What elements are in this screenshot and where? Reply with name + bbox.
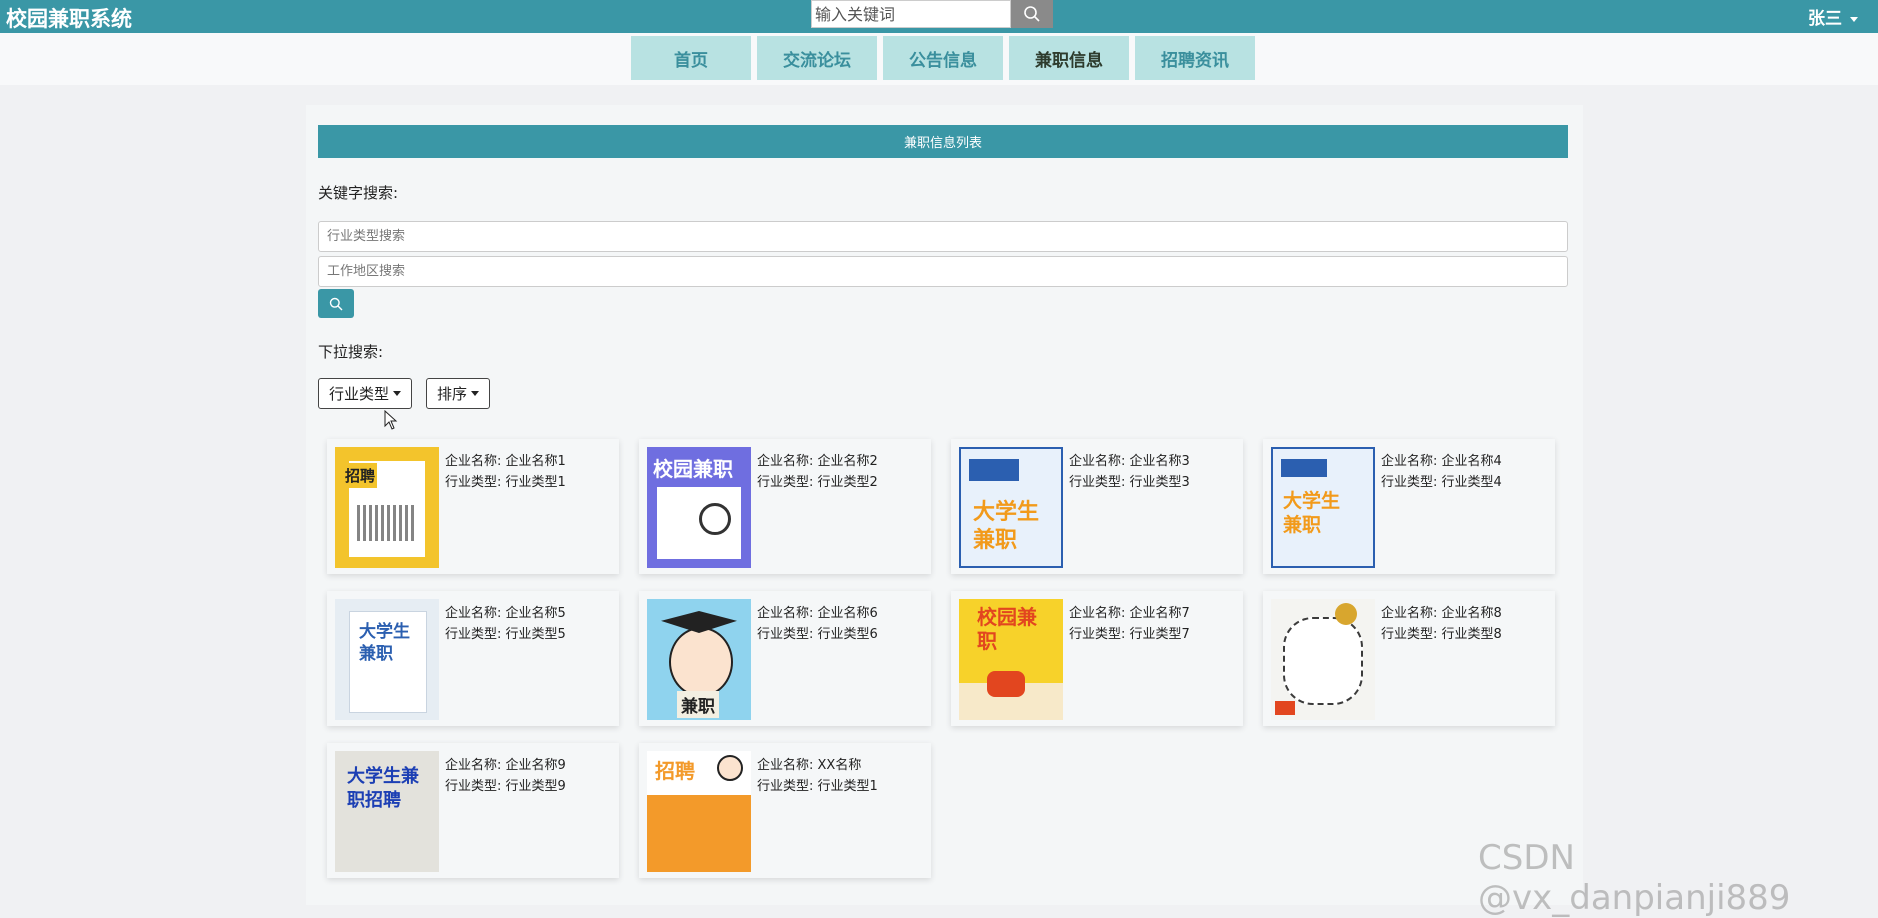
company-name: 企业名称: 企业名称4 [1381,454,1502,469]
top-search-input[interactable] [811,0,1011,28]
top-search-button[interactable] [1011,0,1053,28]
search-icon [329,297,343,310]
thumbnail-title: 招聘 [343,463,378,488]
industry-type: 行业类型: 行业类型6 [757,627,878,642]
main-nav: 首页 交流论坛 公告信息 兼职信息 招聘资讯 [631,36,1255,80]
job-thumbnail[interactable]: 大学生兼职 [335,599,439,720]
industry-type: 行业类型: 行业类型1 [757,779,878,794]
keyword-search-label: 关键字搜索: [318,184,399,202]
sort-dropdown-label: 排序 [437,385,468,403]
nav-item-forum[interactable]: 交流论坛 [757,36,877,80]
caret-down-icon [1850,17,1858,23]
search-button[interactable] [318,289,354,318]
job-thumbnail[interactable]: 大学生兼职招聘 [335,751,439,872]
industry-type: 行业类型: 行业类型2 [757,475,878,490]
cursor-icon [384,410,398,430]
job-thumbnail[interactable]: 大学生兼职 [959,447,1063,568]
job-card[interactable]: 大学生兼职 企业名称: 企业名称3 行业类型: 行业类型3 [951,439,1243,574]
thumbnail-title: 兼职 [677,691,719,718]
job-card[interactable]: 大学生兼职 企业名称: 企业名称5 行业类型: 行业类型5 [327,591,619,726]
sort-dropdown[interactable]: 排序 [426,378,491,409]
thumbnail-title: 大学生兼职 [1283,490,1341,536]
job-thumbnail[interactable] [1271,599,1375,720]
industry-type: 行业类型: 行业类型7 [1069,627,1190,642]
job-card[interactable]: 招聘 企业名称: 企业名称1 行业类型: 行业类型1 [327,439,619,574]
company-name: 企业名称: XX名称 [757,758,862,773]
job-card[interactable]: 企业名称: 企业名称8 行业类型: 行业类型8 [1263,591,1555,726]
industry-type: 行业类型: 行业类型8 [1381,627,1502,642]
search-icon [1024,6,1040,22]
caret-down-icon [393,391,402,396]
company-name: 企业名称: 企业名称8 [1381,606,1502,621]
job-card[interactable]: 大学生兼职招聘 企业名称: 企业名称9 行业类型: 行业类型9 [327,743,619,878]
job-card[interactable]: 兼职 企业名称: 企业名称6 行业类型: 行业类型6 [639,591,931,726]
company-name: 企业名称: 企业名称3 [1069,454,1190,469]
nav-item-notice[interactable]: 公告信息 [883,36,1003,80]
thumbnail-title: 大学生兼职 [359,622,410,664]
top-bar: 校园兼职系统 张三 [0,0,1878,33]
thumbnail-title: 大学生兼职招聘 [347,766,419,811]
thumbnail-title: 校园兼职 [977,605,1037,653]
list-header: 兼职信息列表 [318,125,1568,158]
thumbnail-title: 校园兼职 [653,457,733,481]
job-card[interactable]: 招聘 企业名称: XX名称 行业类型: 行业类型1 [639,743,931,878]
job-thumbnail[interactable]: 招聘 [647,751,751,872]
job-thumbnail[interactable]: 校园兼职 [647,447,751,568]
user-menu[interactable]: 张三 [1808,4,1858,29]
company-name: 企业名称: 企业名称1 [445,454,566,469]
industry-type: 行业类型: 行业类型9 [445,779,566,794]
company-name: 企业名称: 企业名称5 [445,606,566,621]
nav-item-home[interactable]: 首页 [631,36,751,80]
user-name: 张三 [1808,9,1842,28]
watermark: CSDN @vx_danpianji889 [1478,838,1791,918]
job-card[interactable]: 大学生兼职 企业名称: 企业名称4 行业类型: 行业类型4 [1263,439,1555,574]
industry-search-input[interactable] [318,221,1568,252]
nav-item-parttime[interactable]: 兼职信息 [1009,36,1129,80]
company-name: 企业名称: 企业名称7 [1069,606,1190,621]
industry-type: 行业类型: 行业类型5 [445,627,566,642]
caret-down-icon [471,391,480,396]
top-search [811,0,1053,28]
thumbnail-title: 大学生兼职 [973,500,1040,553]
industry-dropdown-label: 行业类型 [329,385,390,403]
industry-type: 行业类型: 行业类型4 [1381,475,1502,490]
industry-dropdown[interactable]: 行业类型 [318,378,413,409]
industry-type: 行业类型: 行业类型1 [445,475,566,490]
job-card[interactable]: 校园兼职 企业名称: 企业名称2 行业类型: 行业类型2 [639,439,931,574]
industry-type: 行业类型: 行业类型3 [1069,475,1190,490]
company-name: 企业名称: 企业名称2 [757,454,878,469]
area-search-input[interactable] [318,256,1568,287]
job-thumbnail[interactable]: 招聘 [335,447,439,568]
job-thumbnail[interactable]: 校园兼职 [959,599,1063,720]
company-name: 企业名称: 企业名称9 [445,758,566,773]
brand-title[interactable]: 校园兼职系统 [6,3,132,33]
company-name: 企业名称: 企业名称6 [757,606,878,621]
job-thumbnail[interactable]: 兼职 [647,599,751,720]
nav-item-recruit[interactable]: 招聘资讯 [1135,36,1255,80]
dropdown-search-label: 下拉搜索: [318,343,384,361]
job-thumbnail[interactable]: 大学生兼职 [1271,447,1375,568]
job-card[interactable]: 校园兼职 企业名称: 企业名称7 行业类型: 行业类型7 [951,591,1243,726]
thumbnail-title: 招聘 [655,759,695,783]
